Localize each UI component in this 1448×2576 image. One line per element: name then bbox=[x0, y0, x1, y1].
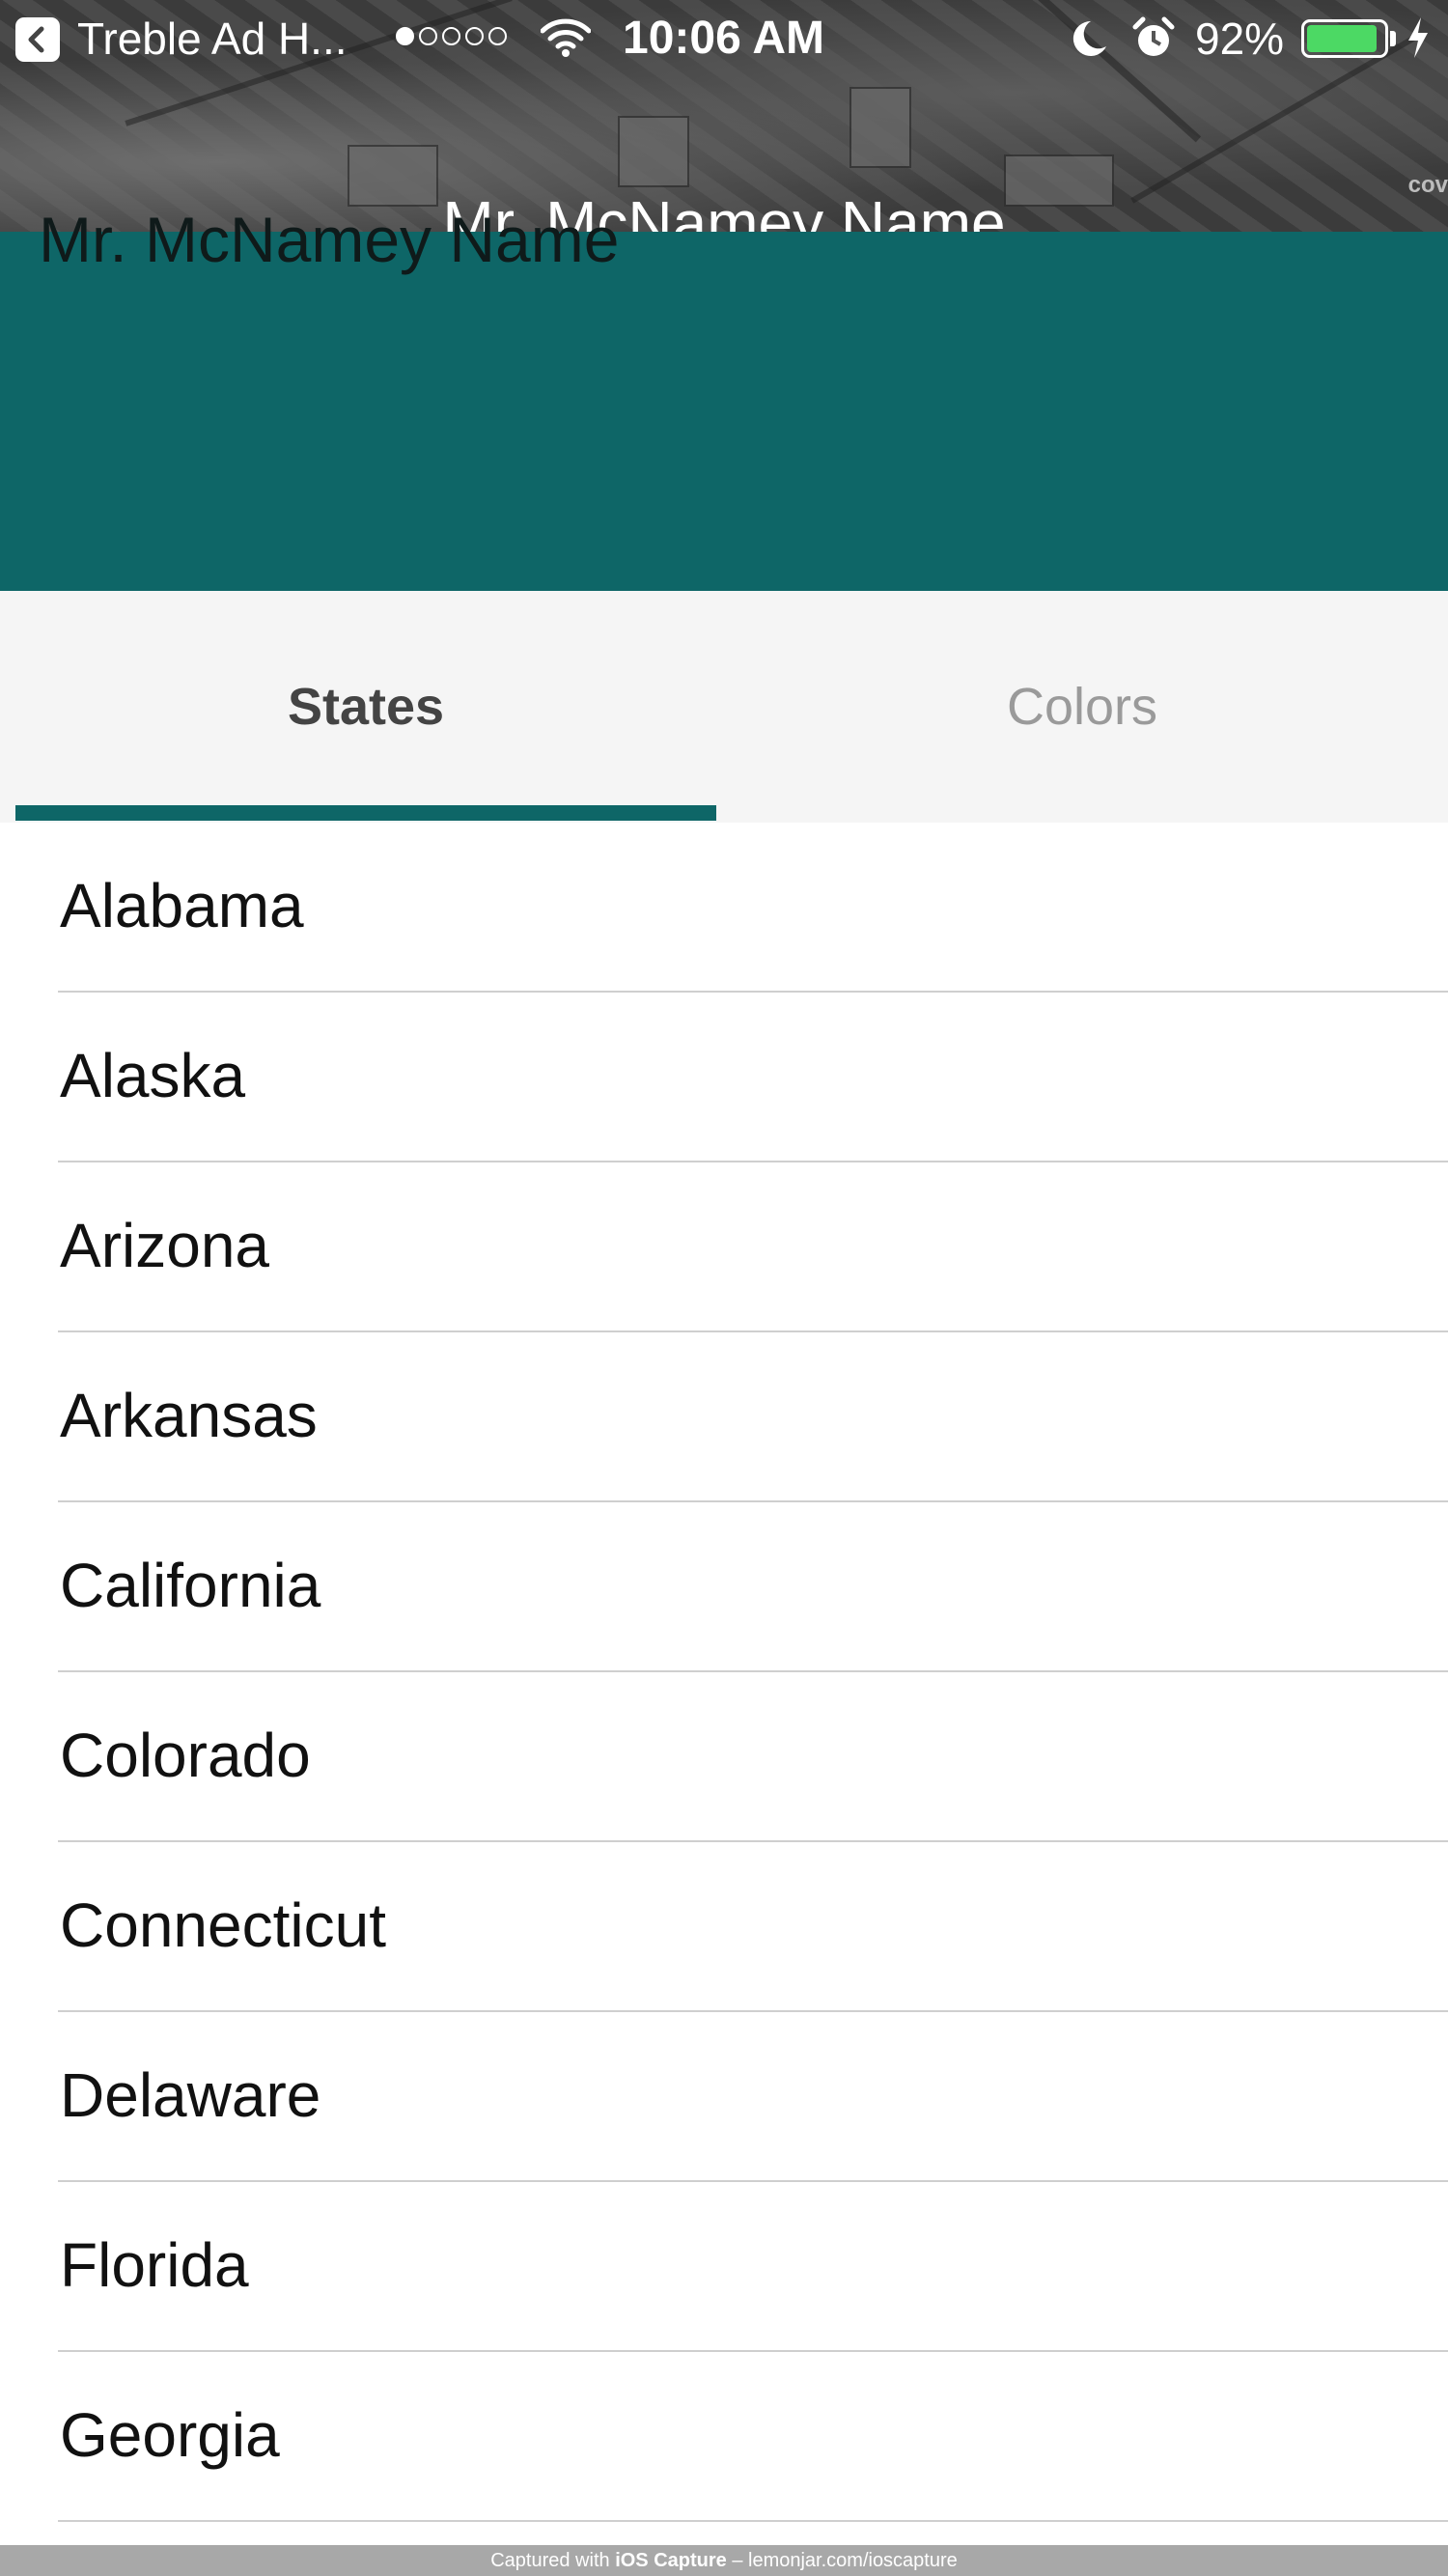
list-item-california[interactable]: California bbox=[0, 1502, 1448, 1672]
selected-tab-indicator bbox=[15, 805, 716, 821]
list-item-label: Arizona bbox=[60, 1211, 269, 1280]
battery-tip bbox=[1390, 31, 1396, 46]
battery-percentage: 92% bbox=[1195, 14, 1285, 64]
list-item-arkansas[interactable]: Arkansas bbox=[0, 1332, 1448, 1502]
alarm-icon bbox=[1132, 16, 1175, 56]
list-item-florida[interactable]: Florida bbox=[0, 2182, 1448, 2352]
moon-icon bbox=[1072, 20, 1106, 56]
list-item-label: Alaska bbox=[60, 1041, 246, 1110]
list-item-label: Colorado bbox=[60, 1721, 311, 1790]
tab-colors[interactable]: Colors bbox=[716, 591, 1448, 823]
signal-dot bbox=[419, 27, 437, 45]
battery-level-fill bbox=[1307, 25, 1377, 52]
capture-credit-bar: Captured with iOS Capture – lemonjar.com… bbox=[0, 2545, 1448, 2576]
list-item-label: Connecticut bbox=[60, 1890, 386, 1960]
profile-name: Mr. McNamey Name bbox=[39, 204, 620, 275]
capture-suffix: – lemonjar.com/ioscapture bbox=[726, 2550, 958, 2571]
tab-bar: States Colors bbox=[0, 591, 1448, 823]
wifi-icon bbox=[541, 18, 591, 57]
states-list: Alabama Alaska Arizona Arkansas Californ… bbox=[0, 823, 1448, 2522]
capture-prefix: Captured with bbox=[490, 2550, 616, 2571]
status-time: 10:06 AM bbox=[623, 13, 824, 64]
signal-dot bbox=[396, 27, 414, 45]
signal-dot bbox=[442, 27, 460, 45]
profile-header: Mr. McNamey Name bbox=[0, 204, 1448, 591]
list-item-label: California bbox=[60, 1551, 321, 1620]
list-item-colorado[interactable]: Colorado bbox=[0, 1672, 1448, 1842]
list-item-label: Florida bbox=[60, 2230, 249, 2300]
back-to-app-button[interactable] bbox=[15, 17, 60, 62]
tab-states[interactable]: States bbox=[15, 591, 716, 823]
status-bar: Treble Ad H... 10:06 AM 92% bbox=[0, 0, 1448, 77]
list-item-label: Alabama bbox=[60, 871, 304, 940]
list-item-label: Arkansas bbox=[60, 1381, 318, 1450]
signal-dot bbox=[488, 27, 507, 45]
list-item-delaware[interactable]: Delaware bbox=[0, 2012, 1448, 2182]
row-divider bbox=[58, 2520, 1448, 2522]
list-item-label: Delaware bbox=[60, 2060, 321, 2130]
back-app-name[interactable]: Treble Ad H... bbox=[77, 14, 348, 64]
list-item-alabama[interactable]: Alabama bbox=[0, 823, 1448, 993]
list-item-arizona[interactable]: Arizona bbox=[0, 1162, 1448, 1332]
list-item-connecticut[interactable]: Connecticut bbox=[0, 1842, 1448, 2012]
list-item-alaska[interactable]: Alaska bbox=[0, 993, 1448, 1162]
back-chevron-icon bbox=[28, 26, 44, 53]
list-item-label: Georgia bbox=[60, 2400, 280, 2470]
capture-app-name: iOS Capture bbox=[615, 2550, 727, 2571]
list-item-georgia[interactable]: Georgia bbox=[0, 2352, 1448, 2522]
charging-bolt-icon bbox=[1408, 17, 1428, 58]
signal-dot bbox=[465, 27, 484, 45]
cellular-signal bbox=[396, 27, 507, 45]
battery-icon bbox=[1301, 19, 1388, 58]
